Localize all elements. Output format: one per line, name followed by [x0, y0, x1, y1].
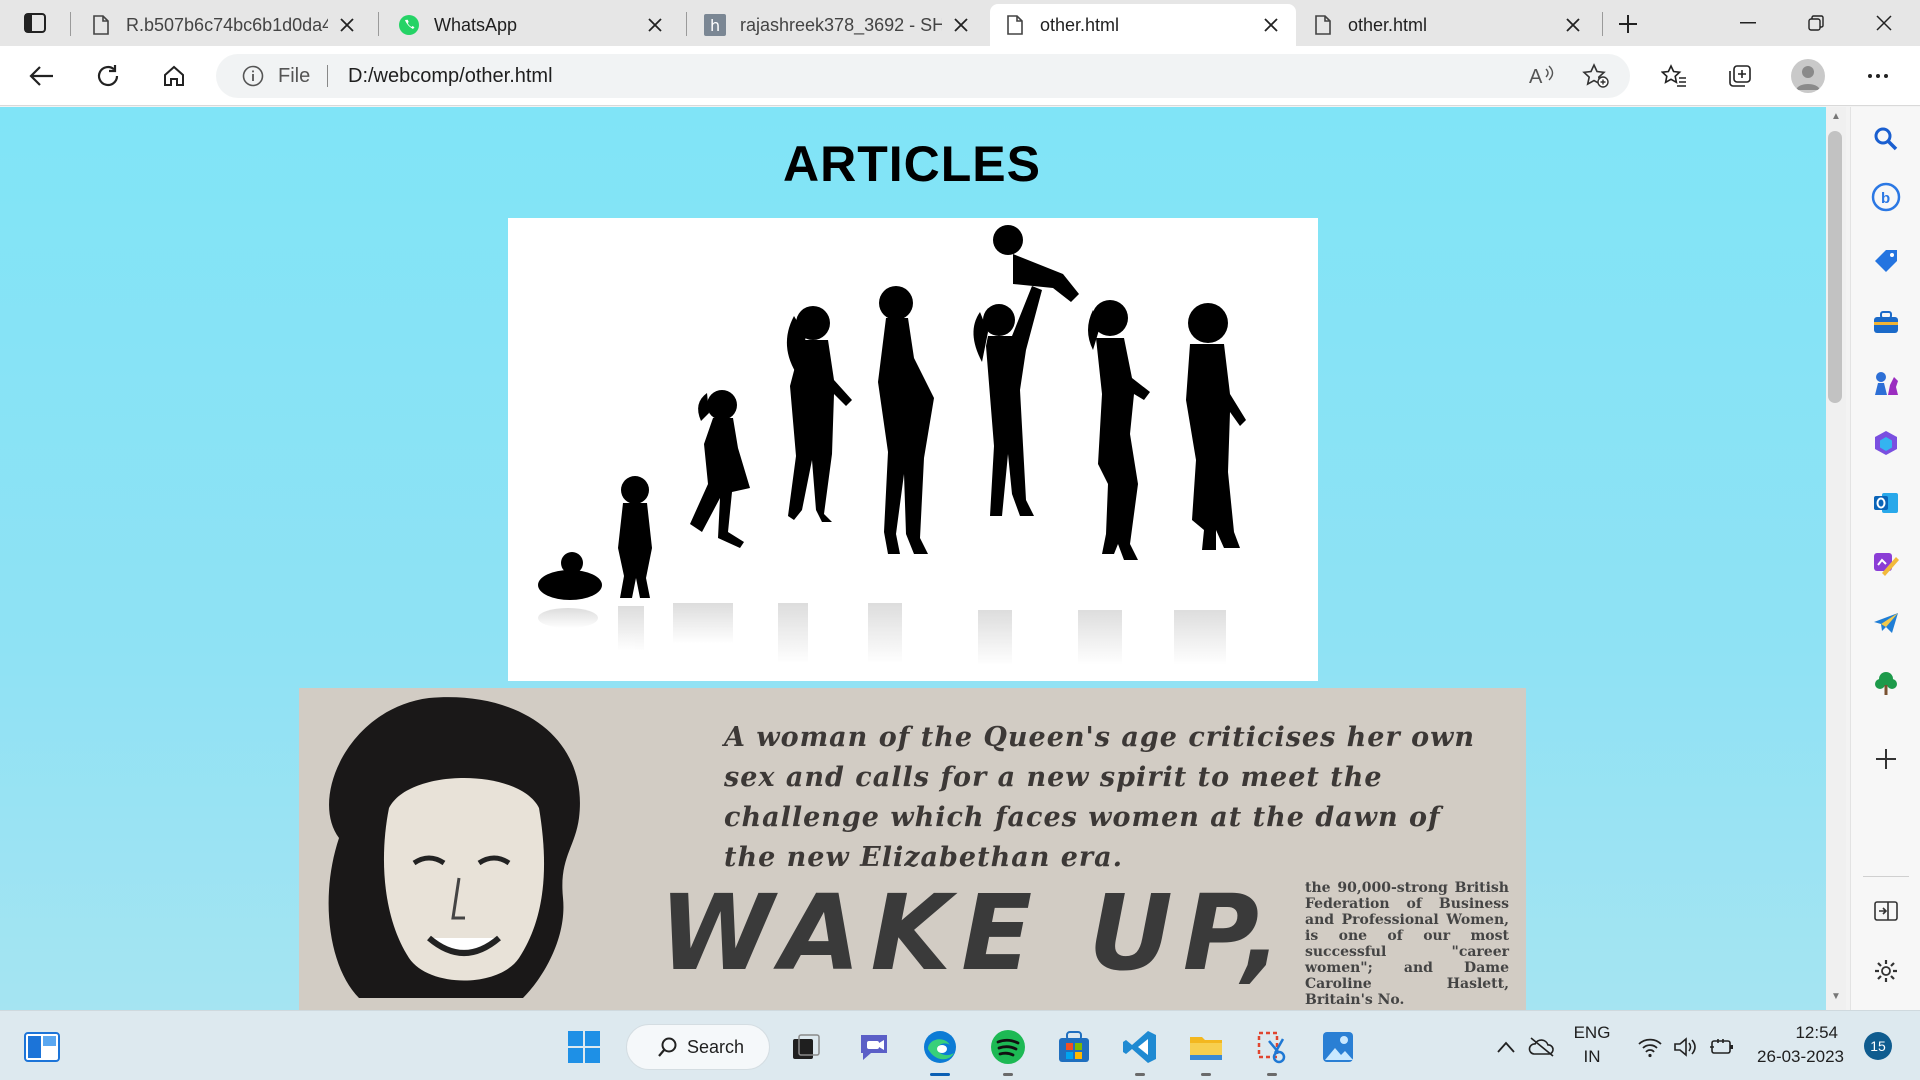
tab-separator [70, 12, 71, 36]
region-code: IN [1583, 1047, 1601, 1066]
search-icon [657, 1036, 679, 1058]
spotify-icon[interactable] [986, 1025, 1030, 1076]
windows-taskbar: Search ENG IN 12:54 26-03-2023 [0, 1010, 1920, 1080]
favorites-icon[interactable] [1656, 58, 1692, 94]
whatsapp-icon [398, 14, 420, 36]
search-label: Search [687, 1036, 745, 1057]
back-icon[interactable] [24, 58, 60, 94]
svg-text:h: h [710, 16, 720, 35]
tab-she-site[interactable]: h rajashreek378_3692 - SHE [690, 4, 986, 46]
sidebar-divider [1863, 876, 1909, 877]
tools-briefcase-icon[interactable] [1868, 305, 1904, 341]
split-screen-icon[interactable] [1868, 893, 1904, 929]
clock-time: 12:54 [1795, 1023, 1838, 1042]
tab-title: other.html [1348, 14, 1428, 35]
h-site-icon: h [704, 14, 726, 36]
microsoft-store-icon[interactable] [1052, 1025, 1096, 1069]
svg-text:b: b [1881, 190, 1890, 207]
scrollbar-thumb[interactable] [1828, 131, 1842, 403]
clipping-headline: WAKE UP, [659, 872, 1292, 994]
tab-strip: R.b507b6c74bc6b1d0da4c WhatsApp h rajash… [0, 0, 1920, 46]
task-view-icon[interactable] [784, 1025, 828, 1069]
edge-sidebar: b [1850, 107, 1920, 1010]
tab-separator [378, 12, 379, 36]
file-icon [90, 14, 112, 36]
taskbar-search[interactable]: Search [626, 1024, 770, 1070]
close-tab-icon[interactable] [950, 14, 972, 36]
tab-other-html[interactable]: other.html [1298, 4, 1598, 46]
edge-browser-icon[interactable] [918, 1025, 962, 1076]
notification-count-badge[interactable]: 15 [1864, 1032, 1892, 1060]
tab-title: R.b507b6c74bc6b1d0da4c [126, 14, 328, 35]
info-icon[interactable] [242, 65, 264, 87]
tab-other-html-active[interactable]: other.html [990, 4, 1296, 46]
language-code: ENG [1573, 1023, 1611, 1042]
search-icon[interactable] [1868, 121, 1904, 157]
clock[interactable]: 12:54 26-03-2023 [1748, 1023, 1844, 1067]
language-indicator[interactable]: ENG IN [1566, 1023, 1618, 1067]
onedrive-offline-icon[interactable] [1520, 1025, 1564, 1069]
more-options-icon[interactable] [1860, 58, 1896, 94]
tab-title: WhatsApp [434, 14, 518, 35]
page-content: ARTICLES A woman of the Queen's age crit… [0, 107, 1830, 1010]
url-text[interactable]: D:/webcomp/other.html [348, 65, 553, 88]
file-icon [1312, 14, 1334, 36]
clipping-subheading: A woman of the Queen's age criticises he… [724, 722, 1475, 873]
close-tab-icon[interactable] [1260, 14, 1282, 36]
profile-avatar[interactable] [1791, 59, 1825, 93]
close-tab-icon[interactable] [1562, 14, 1584, 36]
home-icon[interactable] [156, 58, 192, 94]
widgets-icon[interactable] [20, 1025, 64, 1069]
refresh-icon[interactable] [90, 58, 126, 94]
new-tab-icon[interactable] [1610, 8, 1646, 40]
navigation-toolbar: File D:/webcomp/other.html A [0, 46, 1920, 106]
scroll-down-arrow[interactable]: ▼ [1830, 991, 1842, 1003]
games-chess-icon[interactable] [1868, 365, 1904, 401]
tab-whatsapp[interactable]: WhatsApp [384, 4, 680, 46]
add-sidebar-app-icon[interactable] [1868, 741, 1904, 777]
battery-charging-icon[interactable] [1700, 1025, 1744, 1069]
tab-title: other.html [1040, 14, 1120, 35]
tab-separator [1602, 12, 1603, 36]
start-windows-icon[interactable] [562, 1025, 606, 1069]
bing-chat-icon[interactable]: b [1868, 179, 1904, 215]
collections-icon[interactable] [1722, 58, 1758, 94]
close-tab-icon[interactable] [644, 14, 666, 36]
tab-image-file[interactable]: R.b507b6c74bc6b1d0da4c [76, 4, 372, 46]
newspaper-clipping-image: A woman of the Queen's age criticises he… [299, 688, 1526, 1010]
svg-text:A: A [1529, 66, 1543, 87]
portrait-illustration [328, 697, 580, 998]
page-title: ARTICLES [783, 136, 1041, 192]
women-life-stages-image [508, 218, 1318, 681]
tab-title: rajashreek378_3692 - SHE [740, 14, 942, 35]
photos-icon[interactable] [1316, 1025, 1360, 1069]
teams-chat-icon[interactable] [852, 1025, 896, 1069]
designer-icon[interactable] [1868, 545, 1904, 581]
sidebar-settings-icon[interactable] [1868, 953, 1904, 989]
tab-separator [686, 12, 687, 36]
file-icon [1004, 14, 1026, 36]
snipping-tool-icon[interactable] [1250, 1025, 1294, 1076]
address-divider [327, 65, 328, 87]
address-bar[interactable]: File D:/webcomp/other.html A [216, 54, 1630, 98]
tree-icon[interactable] [1868, 665, 1904, 701]
clipping-column-text: the 90,000-strong British Federation of … [1305, 880, 1509, 1008]
outlook-icon[interactable] [1868, 485, 1904, 521]
vscode-icon[interactable] [1118, 1025, 1162, 1076]
read-aloud-icon[interactable]: A [1528, 63, 1556, 89]
add-favorite-icon[interactable] [1582, 63, 1610, 89]
file-explorer-icon[interactable] [1184, 1025, 1228, 1076]
send-telegram-icon[interactable] [1868, 605, 1904, 641]
minimize-icon[interactable] [1718, 0, 1778, 46]
restore-icon[interactable] [1786, 0, 1846, 46]
tab-actions-icon[interactable] [16, 8, 54, 38]
clock-date: 26-03-2023 [1757, 1047, 1844, 1066]
url-scheme-label: File [278, 65, 311, 87]
scroll-up-arrow[interactable]: ▲ [1830, 111, 1842, 123]
close-window-icon[interactable] [1854, 0, 1914, 46]
microsoft-365-icon[interactable] [1868, 425, 1904, 461]
close-tab-icon[interactable] [336, 14, 358, 36]
shopping-tag-icon[interactable] [1868, 243, 1904, 279]
